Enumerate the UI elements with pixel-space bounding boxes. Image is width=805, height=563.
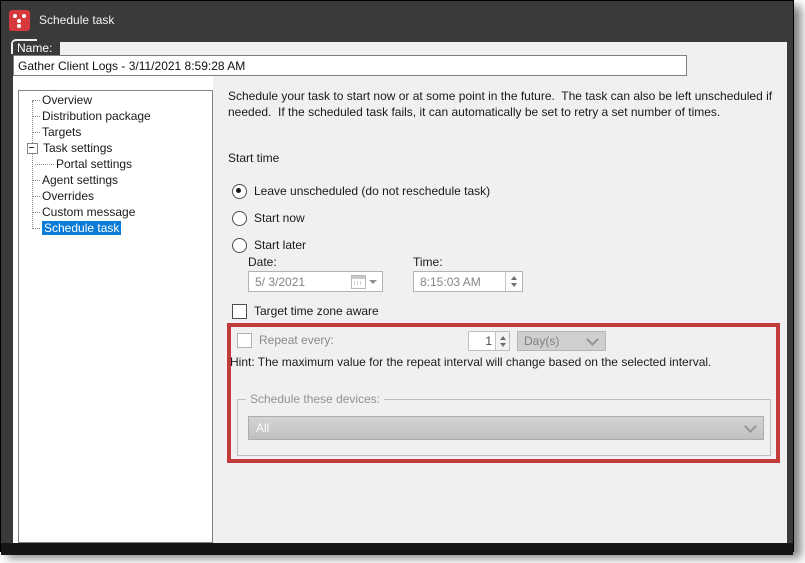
tree-item-agent-settings[interactable]: Agent settings bbox=[19, 172, 212, 188]
tree-item-task-settings[interactable]: Task settings bbox=[19, 140, 212, 156]
group-label: Schedule these devices: bbox=[246, 392, 385, 406]
ivanti-logo-icon bbox=[9, 10, 30, 31]
repeat-every-checkbox[interactable]: Repeat every: bbox=[237, 332, 334, 348]
tree-branch-icon bbox=[32, 227, 40, 229]
chevron-down-icon bbox=[586, 332, 599, 346]
chevron-down-icon bbox=[744, 419, 757, 433]
schedule-description: Schedule your task to start now or at so… bbox=[228, 89, 776, 119]
tree-item-custom-message[interactable]: Custom message bbox=[19, 204, 212, 220]
window-bottom-edge bbox=[1, 543, 793, 555]
date-label: Date: bbox=[248, 255, 277, 269]
radio-selected-icon[interactable] bbox=[232, 183, 247, 199]
screenshot-stage: Schedule task Name: Overview Distributio… bbox=[0, 0, 805, 563]
time-label: Time: bbox=[413, 255, 443, 269]
tree-item-portal-settings[interactable]: Portal settings bbox=[19, 156, 212, 172]
timezone-aware-checkbox[interactable]: Target time zone aware bbox=[232, 303, 379, 319]
start-time-heading: Start time bbox=[228, 151, 280, 165]
radio-start-later[interactable]: Start later bbox=[232, 237, 306, 253]
time-picker[interactable]: 8:15:03 AM bbox=[413, 271, 523, 292]
tree-branch-icon bbox=[32, 179, 40, 181]
stepper-arrows[interactable] bbox=[495, 332, 509, 350]
task-name-input[interactable] bbox=[13, 55, 687, 76]
dropdown-arrow-icon[interactable] bbox=[369, 279, 377, 284]
date-picker[interactable]: 5/ 3/2021 bbox=[248, 271, 383, 292]
tree-item-targets[interactable]: Targets bbox=[19, 124, 212, 140]
tree-item-schedule-task[interactable]: Schedule task bbox=[19, 220, 212, 236]
repeat-hint-text: Hint: The maximum value for the repeat i… bbox=[230, 355, 712, 369]
tree-item-overrides[interactable]: Overrides bbox=[19, 188, 212, 204]
calendar-icon bbox=[351, 274, 366, 289]
radio-leave-unscheduled[interactable]: Leave unscheduled (do not reschedule tas… bbox=[232, 183, 490, 199]
time-spinner[interactable] bbox=[505, 272, 522, 291]
checkbox-icon[interactable] bbox=[237, 332, 252, 348]
tree-branch-icon bbox=[32, 211, 40, 213]
tree-branch-icon bbox=[32, 99, 40, 101]
radio-icon[interactable] bbox=[232, 237, 247, 253]
title-bar bbox=[2, 2, 794, 32]
tree-item-overview[interactable]: Overview bbox=[19, 92, 212, 108]
settings-tree: Overview Distribution package Targets Ta… bbox=[18, 90, 213, 543]
tree-item-distribution-package[interactable]: Distribution package bbox=[19, 108, 212, 124]
repeat-interval-stepper[interactable]: 1 bbox=[468, 331, 510, 351]
tree-branch-icon bbox=[32, 195, 40, 197]
radio-start-now[interactable]: Start now bbox=[232, 210, 305, 226]
tree-branch-icon bbox=[35, 163, 54, 165]
schedule-devices-group: Schedule these devices: All bbox=[237, 392, 771, 456]
name-label: Name: bbox=[17, 41, 53, 55]
tree-branch-icon bbox=[32, 115, 40, 117]
checkbox-icon[interactable] bbox=[232, 303, 247, 319]
tree-branch-icon bbox=[32, 131, 40, 133]
window-title: Schedule task bbox=[39, 13, 115, 27]
radio-icon[interactable] bbox=[232, 210, 247, 226]
devices-dropdown[interactable]: All bbox=[248, 416, 764, 440]
collapse-minus-icon[interactable] bbox=[27, 142, 38, 154]
repeat-unit-dropdown[interactable]: Day(s) bbox=[517, 331, 606, 351]
